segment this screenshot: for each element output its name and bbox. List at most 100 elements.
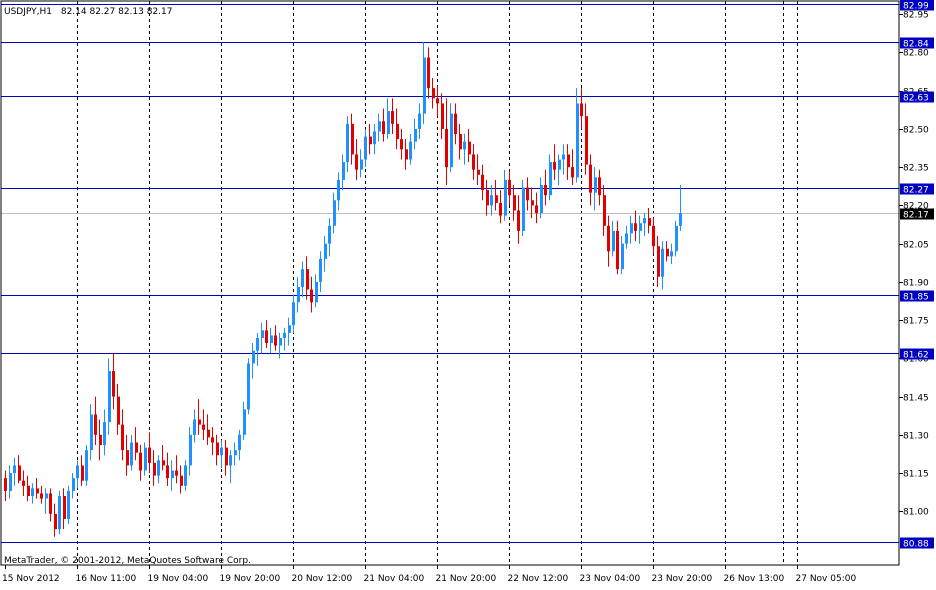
candle-body bbox=[202, 424, 205, 430]
candle-body bbox=[94, 414, 97, 435]
y-tick-label: 82.95 bbox=[903, 11, 929, 21]
level-price-label: 82.99 bbox=[903, 2, 929, 12]
candle-body bbox=[306, 269, 309, 290]
candle-body bbox=[360, 159, 363, 170]
level-price-label: 82.63 bbox=[903, 94, 929, 104]
candle-body bbox=[436, 98, 439, 104]
candle-body bbox=[634, 223, 637, 231]
candle-body bbox=[90, 414, 93, 451]
candle-body bbox=[189, 434, 192, 466]
candle-body bbox=[643, 218, 646, 224]
candle-body bbox=[621, 243, 624, 270]
candle-body bbox=[463, 141, 466, 150]
candle-body bbox=[261, 330, 264, 338]
level-price-label: 82.27 bbox=[903, 186, 929, 196]
y-tick-label: 81.45 bbox=[903, 394, 929, 404]
candle-body bbox=[549, 162, 552, 196]
candle-body bbox=[252, 350, 255, 364]
candle-body bbox=[180, 475, 183, 486]
candle-body bbox=[513, 195, 516, 211]
candle-body bbox=[121, 424, 124, 451]
candle-body bbox=[126, 450, 129, 466]
candle-body bbox=[292, 302, 295, 326]
candle-body bbox=[373, 131, 376, 145]
candle-body bbox=[562, 154, 565, 160]
candle-body bbox=[535, 205, 538, 214]
candle-body bbox=[445, 128, 448, 168]
x-tick-label: 16 Nov 11:00 bbox=[76, 574, 137, 584]
current-price-label: 82.17 bbox=[903, 211, 929, 221]
candle-body bbox=[490, 195, 493, 206]
candle-body bbox=[139, 452, 142, 471]
candle-body bbox=[522, 187, 525, 231]
x-tick-label: 20 Nov 12:00 bbox=[292, 574, 353, 584]
candle-body bbox=[625, 233, 628, 244]
candle-body bbox=[103, 422, 106, 446]
candle-body bbox=[247, 363, 250, 410]
candle-body bbox=[616, 230, 619, 270]
x-tick-label: 21 Nov 20:00 bbox=[436, 574, 497, 584]
y-tick-label: 82.50 bbox=[903, 126, 929, 136]
y-tick-label: 81.75 bbox=[903, 317, 929, 327]
x-tick-label: 26 Nov 13:00 bbox=[724, 574, 785, 584]
candle-body bbox=[486, 190, 489, 206]
candle-body bbox=[72, 478, 75, 491]
y-tick-label: 82.80 bbox=[903, 49, 929, 59]
candle-body bbox=[283, 332, 286, 338]
candle-body bbox=[409, 141, 412, 160]
candle-body bbox=[144, 447, 147, 471]
candle-body bbox=[607, 225, 610, 252]
candle-body bbox=[661, 248, 664, 277]
candle-body bbox=[58, 496, 61, 530]
candle-body bbox=[558, 159, 561, 170]
candle-body bbox=[351, 123, 354, 155]
x-tick-label: 15 Nov 2012 bbox=[2, 574, 60, 584]
y-tick-label: 81.15 bbox=[903, 470, 929, 480]
candle-body bbox=[648, 218, 651, 226]
candle-body bbox=[396, 123, 399, 140]
candle-body bbox=[148, 447, 151, 463]
candle-body bbox=[531, 200, 534, 206]
candle-body bbox=[666, 248, 669, 257]
candle-body bbox=[423, 57, 426, 114]
candle-body bbox=[472, 154, 475, 170]
level-price-label: 81.85 bbox=[903, 293, 929, 303]
candle-body bbox=[454, 113, 457, 135]
candle-body bbox=[216, 442, 219, 456]
candle-body bbox=[369, 136, 372, 145]
chart: 15 Nov 2012 16 Nov 11:00 19 Nov 04:00 19 No… bbox=[0, 0, 936, 586]
candle-body bbox=[184, 465, 187, 486]
candle-body bbox=[477, 169, 480, 175]
candle-body bbox=[630, 223, 633, 234]
candle-body bbox=[175, 470, 178, 476]
candle-body bbox=[36, 488, 39, 494]
candle-body bbox=[45, 493, 48, 499]
candle-body bbox=[157, 460, 160, 476]
candle-body bbox=[130, 442, 133, 466]
candle-body bbox=[652, 225, 655, 247]
candle-body bbox=[319, 258, 322, 282]
candle-body bbox=[481, 174, 484, 191]
candle-body bbox=[310, 289, 313, 303]
candle-body bbox=[49, 493, 52, 514]
candle-body bbox=[18, 465, 21, 481]
candle-body bbox=[342, 162, 345, 180]
x-tick-label: 19 Nov 04:00 bbox=[148, 574, 209, 584]
x-tick-label: 23 Nov 04:00 bbox=[580, 574, 641, 584]
candle-body bbox=[585, 116, 588, 165]
x-tick-label: 27 Nov 05:00 bbox=[796, 574, 857, 584]
candle-body bbox=[22, 480, 25, 486]
candle-body bbox=[153, 462, 156, 476]
candle-body bbox=[450, 113, 453, 168]
symbol-label: USDJPY,H1 bbox=[4, 7, 52, 17]
candle-body bbox=[225, 447, 228, 466]
copyright-text: MetaTrader, © 2001-2012, MetaQuotes Soft… bbox=[4, 556, 251, 566]
candle-body bbox=[229, 455, 232, 466]
candle-body bbox=[31, 488, 34, 497]
candle-body bbox=[508, 179, 511, 196]
candle-body bbox=[364, 136, 367, 160]
candle-body bbox=[324, 243, 327, 259]
candle-body bbox=[67, 490, 70, 519]
candle-body bbox=[589, 164, 592, 193]
candle-body bbox=[598, 177, 601, 196]
